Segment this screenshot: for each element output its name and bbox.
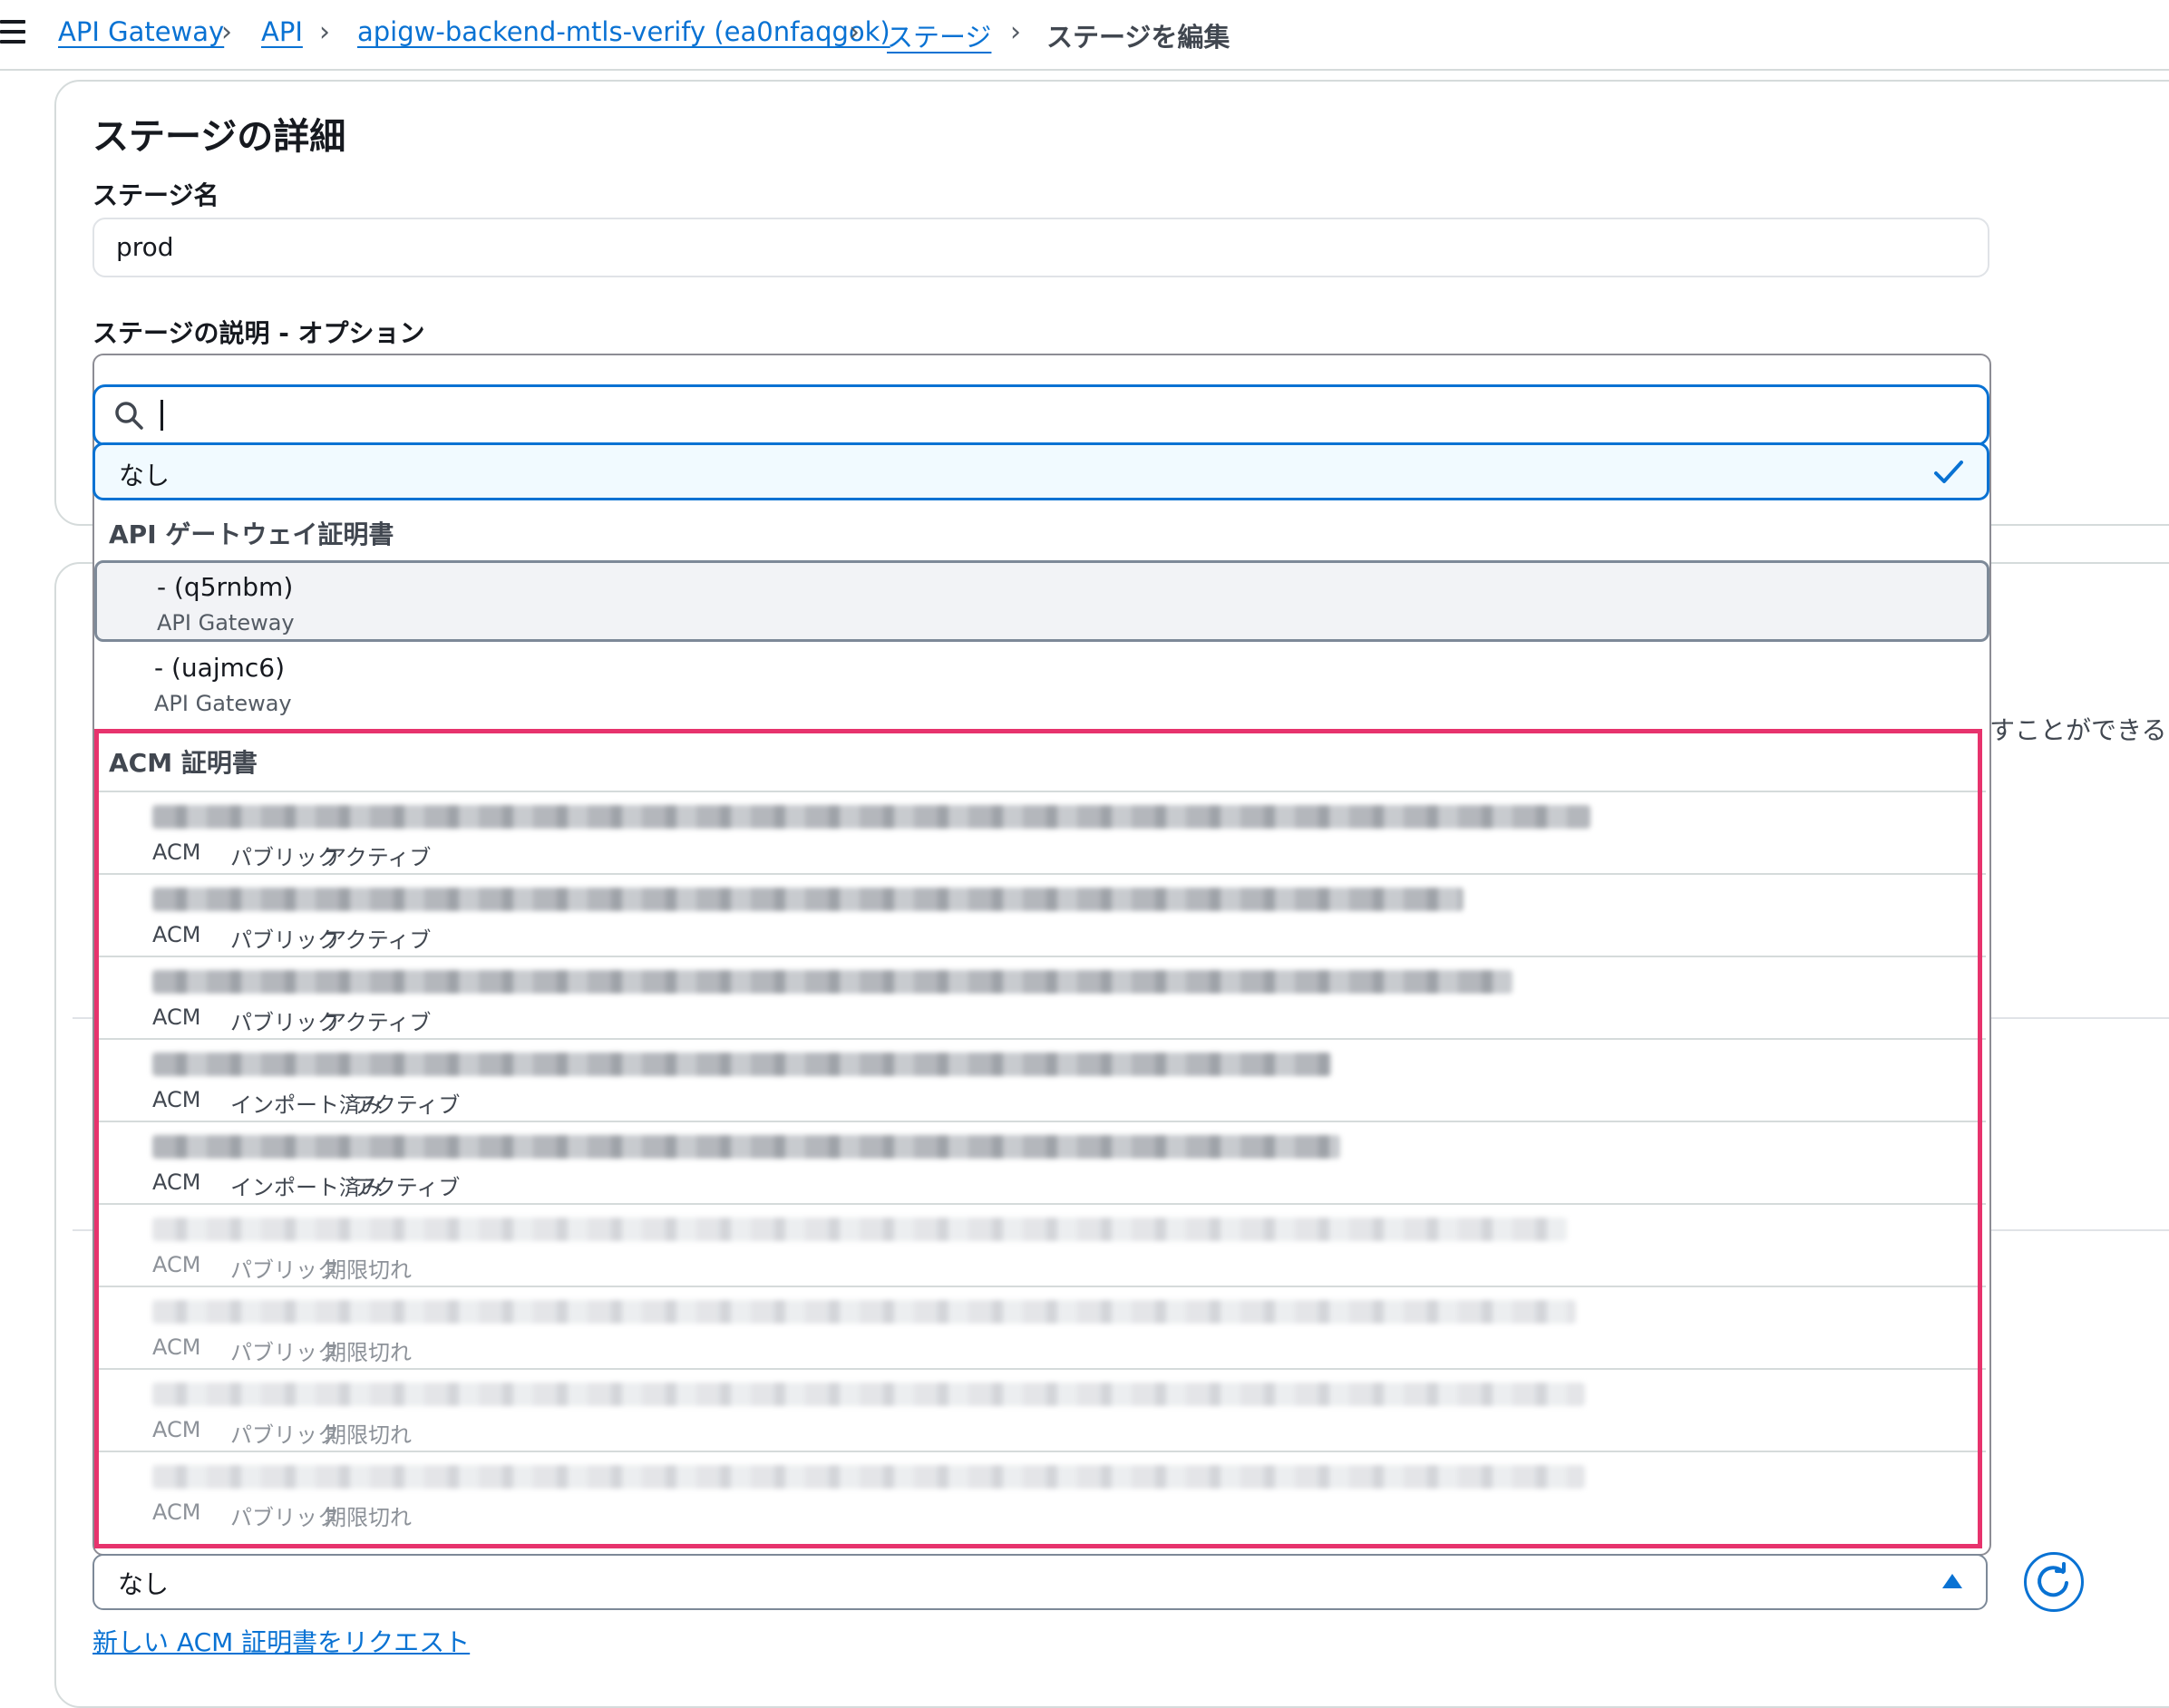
breadcrumb-current: ステージを編集 [1046, 22, 1230, 53]
refresh-button[interactable] [2024, 1552, 2084, 1612]
breadcrumb-api-name[interactable]: apigw-backend-mtls-verify (ea0nfaqgok) [357, 16, 890, 47]
none-option[interactable]: なし [92, 442, 1989, 500]
text-caret [160, 400, 163, 431]
refresh-icon [2038, 1562, 2068, 1597]
stage-name-value: prod [116, 232, 174, 262]
cert-name: - (q5rnbm) [157, 572, 294, 602]
acm-highlight-annotation [94, 729, 1982, 1548]
chevron-right-icon: › [221, 16, 232, 48]
cert-name: - (uajmc6) [154, 653, 286, 683]
api-cert-option-q5rnbm[interactable]: - (q5rnbm) API Gateway [94, 560, 1989, 642]
hamburger-menu-icon[interactable] [0, 20, 25, 44]
chevron-right-icon: › [849, 16, 860, 48]
cert-source: API Gateway [157, 610, 295, 636]
certificate-select[interactable]: なし [92, 1554, 1988, 1610]
breadcrumb-api[interactable]: API [261, 16, 303, 47]
checkmark-icon [1934, 461, 1963, 483]
breadcrumb-api-gateway[interactable]: API Gateway [58, 16, 224, 47]
request-acm-certificate-link[interactable]: 新しい ACM 証明書をリクエスト [92, 1623, 470, 1659]
none-option-label: なし [119, 461, 170, 490]
page-title: ステージの詳細 [92, 116, 346, 158]
chevron-right-icon: › [319, 16, 330, 48]
api-gateway-certificates-header: API ゲートウェイ証明書 [109, 519, 394, 549]
api-cert-option-uajmc6[interactable]: - (uajmc6) API Gateway [94, 644, 1989, 725]
search-icon [115, 402, 143, 430]
certificate-search-input[interactable] [92, 384, 1989, 446]
stage-name-input[interactable]: prod [92, 218, 1989, 277]
caret-up-icon [1942, 1574, 1962, 1588]
certificate-select-value: なし [118, 1569, 170, 1599]
stage-description-label: ステージの説明 - オプション [92, 318, 425, 348]
cert-source: API Gateway [154, 691, 292, 716]
breadcrumb-stages[interactable]: ステージ [887, 16, 991, 54]
truncated-description-text: すことができる [1989, 715, 2167, 745]
chevron-right-icon: › [1010, 16, 1021, 48]
stage-name-label: ステージ名 [92, 180, 219, 210]
